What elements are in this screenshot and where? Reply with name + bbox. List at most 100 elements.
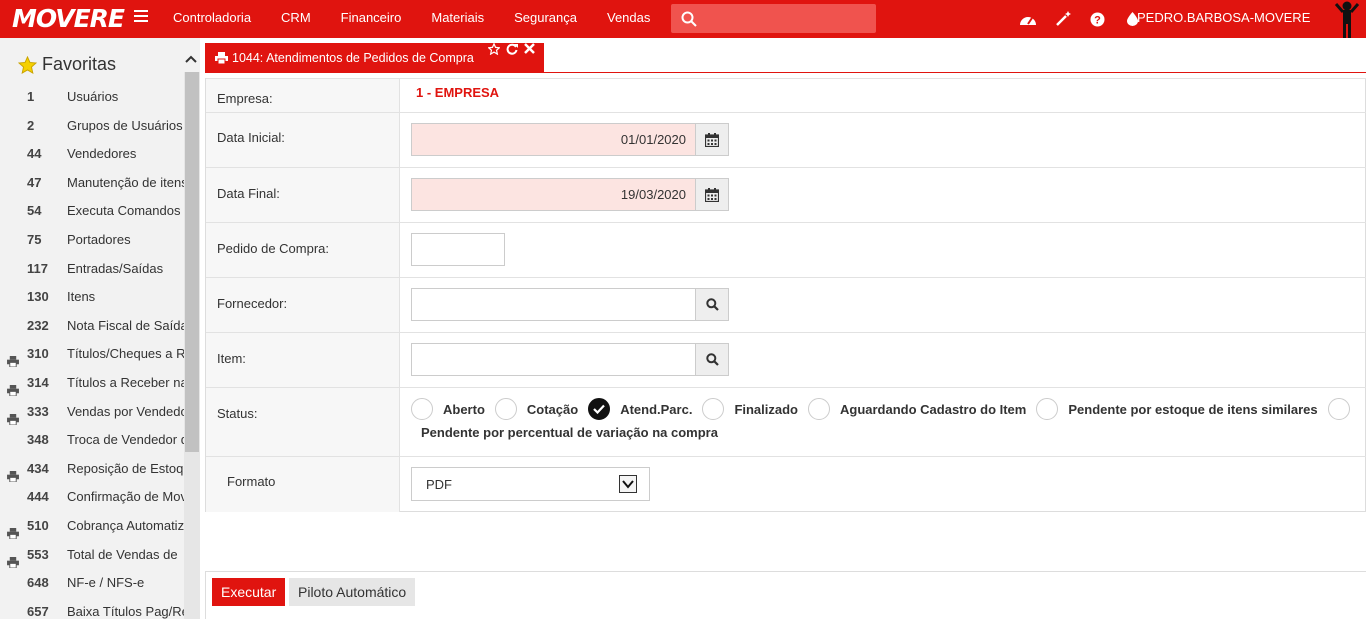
main-menu: Controladoria CRM Financeiro Materiais S…: [158, 0, 665, 38]
favorites-title: Favoritas: [42, 54, 117, 74]
row-item: Item:: [206, 332, 1366, 387]
sidebar-item-number: 1: [27, 89, 35, 104]
printer-icon: [215, 52, 228, 64]
fornecedor-search-button[interactable]: [695, 288, 729, 321]
status-option-label[interactable]: Aguardando Cadastro do Item: [840, 402, 1026, 417]
printer-icon: [7, 464, 19, 484]
close-icon[interactable]: [524, 43, 535, 54]
menu-item-controladoria[interactable]: Controladoria: [158, 0, 266, 38]
refresh-icon[interactable]: [506, 43, 518, 55]
empresa-value: 1 - EMPRESA: [416, 85, 500, 100]
sidebar-item-number: 117: [27, 260, 48, 276]
sidebar-item[interactable]: 348 Troca de Vendedor d: [0, 426, 184, 455]
status-option-label[interactable]: Atend.Parc.: [620, 402, 692, 417]
menu-item-crm[interactable]: CRM: [266, 0, 326, 38]
sidebar-item-label: Reposição de Estoqu: [67, 460, 184, 476]
sidebar-item[interactable]: 648 NF-e / NFS-e: [0, 569, 184, 598]
search-icon: [705, 298, 719, 311]
pedido-label: Pedido de Compra:: [217, 241, 330, 256]
sidebar-item[interactable]: 47 Manutenção de itens: [0, 169, 184, 198]
status-option-label[interactable]: Aberto: [443, 402, 485, 417]
status-radio[interactable]: [588, 398, 611, 420]
row-empresa: Empresa: 1 - EMPRESA: [206, 78, 1366, 112]
chevron-down-icon[interactable]: [619, 475, 637, 493]
search-icon: [705, 353, 719, 366]
calendar-button[interactable]: [695, 123, 729, 156]
sidebar-item[interactable]: 44 Vendedores: [0, 140, 184, 169]
status-radio[interactable]: [1036, 398, 1059, 420]
sidebar-item[interactable]: 333 Vendas por Vendedo: [0, 398, 184, 427]
menu-item-vendas[interactable]: Vendas: [592, 0, 665, 38]
menu-item-financeiro[interactable]: Financeiro: [326, 0, 417, 38]
sidebar-item[interactable]: 75 Portadores: [0, 226, 184, 255]
sidebar-item-number: 310: [27, 346, 49, 362]
sidebar-item-label: Confirmação de Mov: [67, 489, 184, 505]
sidebar-item[interactable]: 434 Reposição de Estoqu: [0, 455, 184, 484]
data-inicial-label: Data Inicial:: [217, 130, 285, 145]
star-icon: [18, 55, 37, 74]
sidebar-item[interactable]: 657 Baixa Títulos Pag/Re: [0, 598, 184, 619]
dashboard-icon[interactable]: [1010, 12, 1045, 26]
status-option-label[interactable]: Finalizado: [734, 402, 798, 417]
sidebar-scroll-thumb[interactable]: [185, 72, 199, 452]
search-input[interactable]: [671, 4, 876, 33]
favorite-star-icon[interactable]: [488, 43, 500, 55]
status-radio[interactable]: [411, 398, 433, 420]
execute-button[interactable]: Executar: [212, 578, 286, 606]
sidebar-item[interactable]: 54 Executa Comandos: [0, 197, 184, 226]
printer-icon: [7, 550, 19, 570]
menu-toggle-icon[interactable]: [134, 10, 148, 24]
pedido-input[interactable]: [411, 233, 505, 266]
printer-icon: [7, 521, 19, 541]
status-option-label[interactable]: Pendente por estoque de itens similares: [1068, 402, 1317, 417]
sidebar-item-number: 657: [27, 603, 49, 619]
formato-select[interactable]: PDF: [411, 467, 650, 501]
user-menu[interactable]: PEDRO.BARBOSA-MOVERE: [1137, 10, 1310, 25]
sidebar-item[interactable]: 2 Grupos de Usuários: [0, 112, 184, 141]
printer-icon: [7, 349, 19, 369]
fornecedor-input[interactable]: [411, 288, 697, 321]
sidebar-item[interactable]: 117 Entradas/Saídas: [0, 255, 184, 284]
sidebar-item-label: Grupos de Usuários: [67, 117, 183, 133]
sidebar-item-label: Portadores: [67, 231, 131, 247]
sidebar-item[interactable]: 130 Itens: [0, 283, 184, 312]
sidebar-item[interactable]: 232 Nota Fiscal de Saída: [0, 312, 184, 341]
status-radio[interactable]: [494, 398, 517, 420]
sidebar-item[interactable]: 310 Títulos/Cheques a R: [0, 340, 184, 369]
status-radio[interactable]: [1327, 398, 1350, 420]
item-input[interactable]: [411, 343, 697, 376]
sidebar-item[interactable]: 314 Títulos a Receber na: [0, 369, 184, 398]
avatar[interactable]: [1334, 0, 1360, 41]
sidebar-item-number: 333: [27, 403, 49, 419]
sidebar-item[interactable]: 553 Total de Vendas de: [0, 541, 184, 570]
autopilot-button[interactable]: Piloto Automático: [289, 578, 416, 606]
sidebar-item-label: Executa Comandos: [67, 203, 181, 219]
sidebar-item-number: 348: [27, 432, 49, 448]
menu-item-materiais[interactable]: Materiais: [416, 0, 499, 38]
sidebar-item[interactable]: 1 Usuários: [0, 83, 184, 112]
sidebar-item-number: 510: [27, 517, 49, 533]
item-search-button[interactable]: [695, 343, 729, 376]
sidebar-item-number: 648: [27, 575, 49, 591]
brand-logo[interactable]: MOVERE: [12, 4, 125, 33]
sidebar-item-number: 434: [27, 460, 49, 476]
sidebar-item-label: Total de Vendas de: [67, 546, 178, 562]
status-option-label[interactable]: Pendente por percentual de variação na c…: [421, 425, 718, 440]
status-radio[interactable]: [808, 398, 830, 420]
data-inicial-input[interactable]: 01/01/2020: [411, 123, 697, 156]
chevron-up-icon[interactable]: [184, 52, 198, 66]
magic-wand-icon[interactable]: [1045, 11, 1080, 27]
data-final-input[interactable]: 19/03/2020: [411, 178, 697, 211]
help-icon[interactable]: ?: [1080, 12, 1115, 27]
top-navbar: MOVERE Controladoria CRM Financeiro Mate…: [0, 0, 1366, 38]
sidebar-item[interactable]: 444 Confirmação de Mov: [0, 483, 184, 512]
status-radio[interactable]: [702, 398, 725, 420]
calendar-button[interactable]: [695, 178, 729, 211]
status-option-label[interactable]: Cotação: [527, 402, 578, 417]
data-final-label: Data Final:: [217, 186, 280, 201]
form-footer: Executar Piloto Automático: [205, 571, 1366, 619]
sidebar-item[interactable]: 510 Cobrança Automatiz: [0, 512, 184, 541]
sidebar-item-number: 553: [27, 546, 49, 562]
menu-item-seguranca[interactable]: Segurança: [499, 0, 592, 38]
formato-label: Formato: [227, 474, 276, 489]
